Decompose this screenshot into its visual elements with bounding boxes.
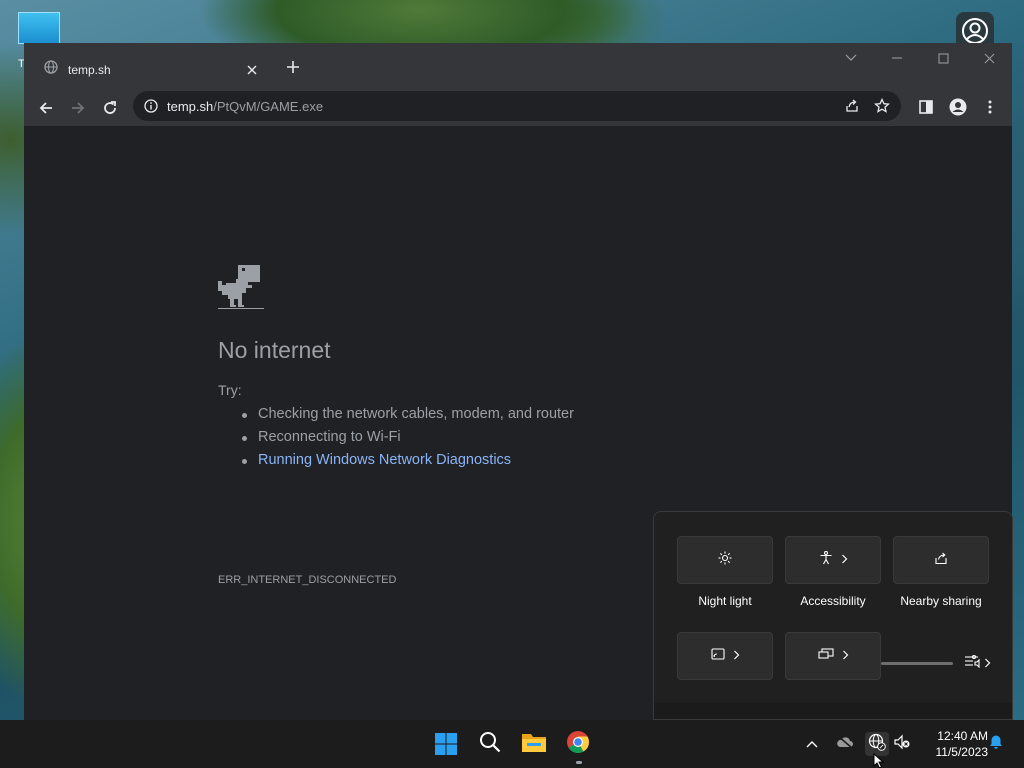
reload-button[interactable] <box>96 94 124 122</box>
project-icon <box>817 647 834 665</box>
mouse-cursor-icon <box>873 752 885 768</box>
start-button[interactable] <box>430 728 462 760</box>
taskbar: 12:40 AM 11/5/2023 <box>0 720 1024 768</box>
audio-settings-icon <box>964 654 982 673</box>
cast-icon <box>710 647 725 665</box>
accessibility-tile[interactable] <box>785 536 881 584</box>
address-bar[interactable]: temp.sh/PtQvM/GAME.exe <box>133 91 901 121</box>
share-icon[interactable] <box>837 93 867 119</box>
chrome-running-indicator <box>576 761 582 764</box>
tab-close-icon[interactable] <box>242 60 262 80</box>
chevron-right-icon <box>842 647 849 665</box>
url-host: temp.sh <box>167 98 214 114</box>
new-tab-button[interactable] <box>282 56 304 78</box>
bell-icon <box>988 734 1004 755</box>
chevron-right-icon <box>841 551 848 569</box>
suggestion-list: Checking the network cables, modem, and … <box>242 406 574 475</box>
chrome-button[interactable] <box>562 728 594 760</box>
nearby-sharing-label: Nearby sharing <box>900 594 982 608</box>
profile-avatar-icon[interactable] <box>942 93 974 121</box>
forward-button[interactable] <box>64 94 92 122</box>
tab-search-chevron-icon[interactable] <box>828 43 874 73</box>
volume-button[interactable] <box>890 732 914 756</box>
chevron-right-icon <box>984 655 991 673</box>
more-menu-icon[interactable] <box>974 93 1006 121</box>
minimize-button[interactable] <box>874 43 920 73</box>
accessibility-icon <box>819 550 833 570</box>
suggestion-item: Checking the network cables, modem, and … <box>242 406 574 429</box>
onedrive-button[interactable] <box>833 732 857 756</box>
error-title: No internet <box>218 337 331 363</box>
clock[interactable]: 12:40 AM 11/5/2023 <box>920 728 989 760</box>
folder-icon <box>521 731 547 758</box>
accessibility-label: Accessibility <box>800 594 866 608</box>
chevron-right-icon <box>733 647 740 665</box>
globe-icon <box>44 60 58 79</box>
back-button[interactable] <box>32 94 60 122</box>
nearby-sharing-icon <box>934 551 948 570</box>
tab-title: temp.sh <box>68 62 111 77</box>
project-tile[interactable] <box>785 632 881 680</box>
try-label: Try: <box>218 382 242 398</box>
search-button[interactable] <box>474 728 506 760</box>
side-panel-icon[interactable] <box>910 93 942 121</box>
url-text: temp.sh/PtQvM/GAME.exe <box>167 99 323 114</box>
bookmark-star-icon[interactable] <box>867 93 897 119</box>
audio-output-button[interactable] <box>964 654 991 673</box>
cloud-offline-icon <box>836 734 854 754</box>
clock-time: 12:40 AM <box>937 729 988 743</box>
chrome-icon <box>566 730 590 759</box>
dino-icon[interactable] <box>218 263 264 316</box>
cast-tile[interactable] <box>677 632 773 680</box>
volume-slider[interactable] <box>881 662 953 665</box>
show-hidden-icons-button[interactable] <box>800 732 824 756</box>
chevron-up-icon <box>806 735 818 753</box>
suggestion-item: Reconnecting to Wi-Fi <box>242 429 574 452</box>
site-info-icon[interactable] <box>141 96 161 116</box>
notifications-button[interactable] <box>984 732 1008 756</box>
url-path: /PtQvM/GAME.exe <box>213 98 324 114</box>
close-window-button[interactable] <box>966 43 1012 73</box>
search-icon <box>479 731 501 758</box>
night-light-tile[interactable] <box>677 536 773 584</box>
night-light-label: Night light <box>698 594 752 608</box>
browser-toolbar: temp.sh/PtQvM/GAME.exe <box>24 88 1012 126</box>
quick-settings-panel: Night light Accessibility Nearby sharing <box>653 511 1013 720</box>
browser-tab[interactable]: temp.sh <box>32 51 270 88</box>
browser-titlebar: temp.sh <box>24 43 1012 88</box>
network-diagnostics-link[interactable]: Running Windows Network Diagnostics <box>258 452 511 468</box>
file-explorer-button[interactable] <box>518 728 550 760</box>
maximize-button[interactable] <box>920 43 966 73</box>
quick-settings-footer <box>654 703 1012 719</box>
suggestion-item: Running Windows Network Diagnostics <box>242 452 574 475</box>
clock-date: 11/5/2023 <box>935 745 989 759</box>
night-light-icon <box>718 551 732 570</box>
volume-muted-icon <box>893 734 911 755</box>
error-code: ERR_INTERNET_DISCONNECTED <box>218 574 397 586</box>
nearby-sharing-tile[interactable] <box>893 536 989 584</box>
desktop-shortcut-icon[interactable] <box>18 12 60 44</box>
